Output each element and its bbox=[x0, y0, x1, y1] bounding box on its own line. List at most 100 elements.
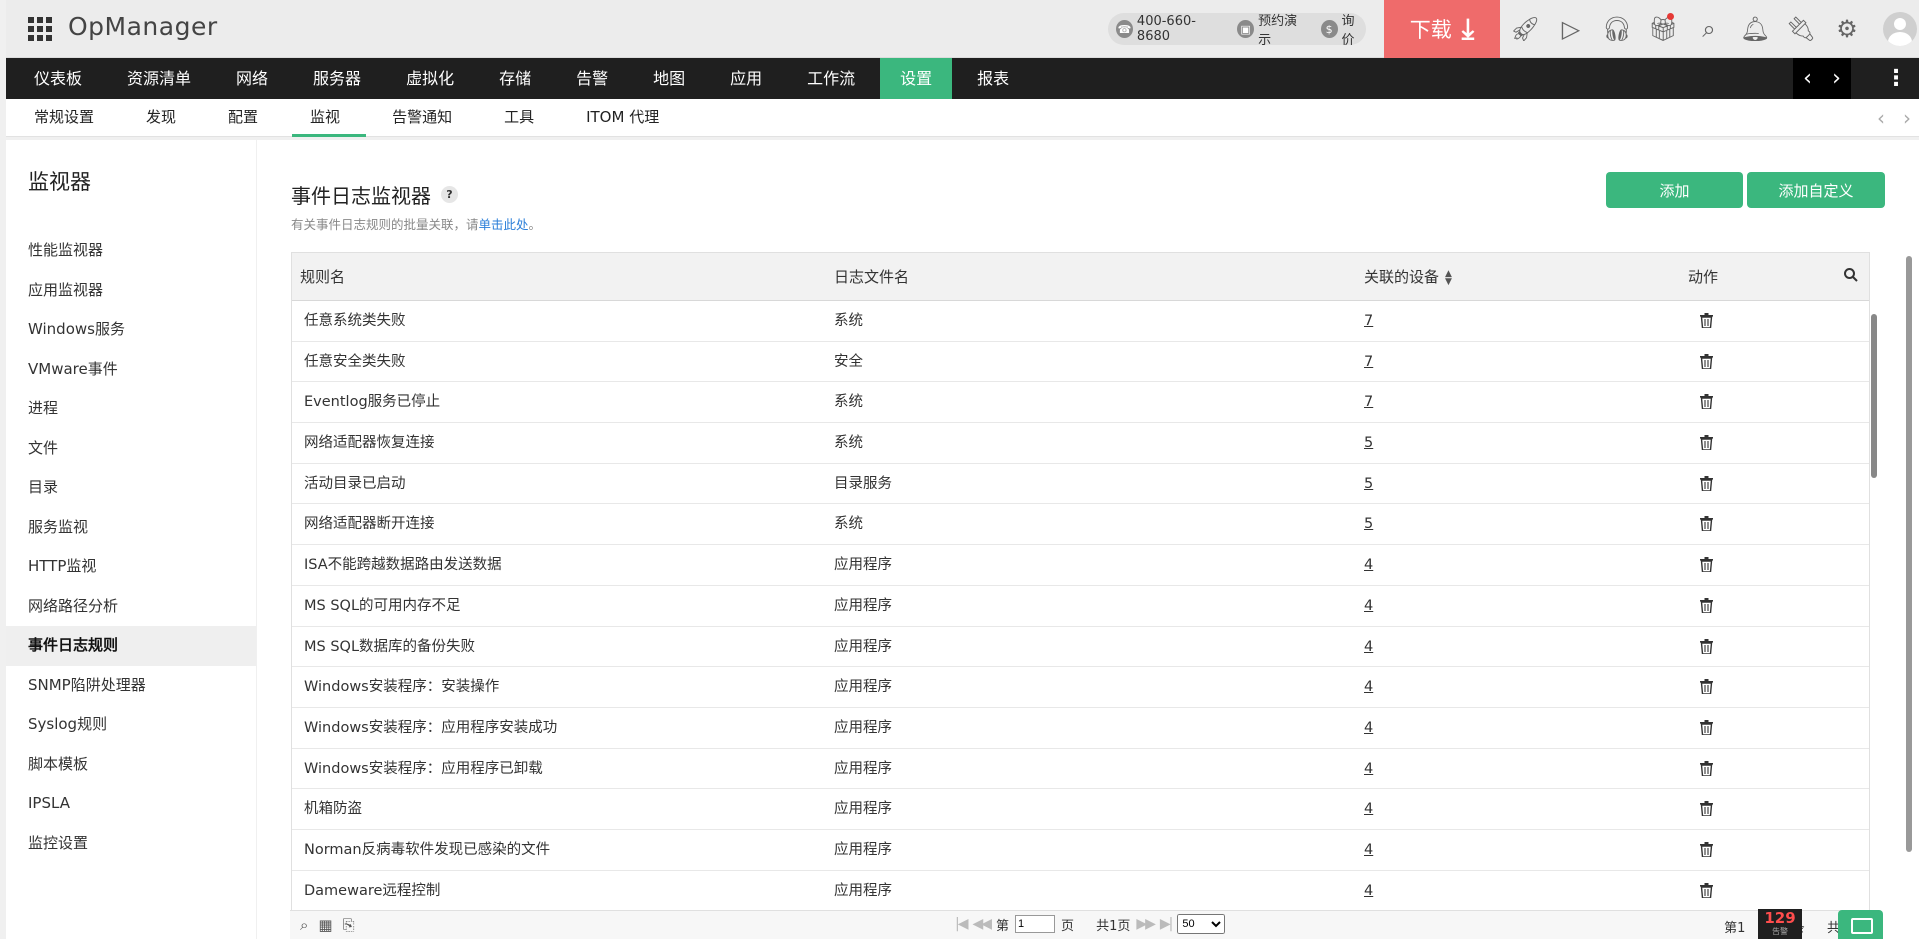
next-page-icon[interactable]: ▶▶ bbox=[1136, 916, 1155, 932]
avatar-icon[interactable] bbox=[1883, 12, 1917, 46]
quote-link[interactable]: 询价 bbox=[1342, 10, 1366, 48]
main-nav-item[interactable]: 应用 bbox=[710, 58, 782, 99]
device-count-link[interactable]: 4 bbox=[1364, 749, 1373, 789]
search-icon[interactable]: ⌕ bbox=[300, 916, 308, 934]
sub-nav-tab[interactable]: ITOM 代理 bbox=[568, 99, 685, 137]
table-row[interactable]: 网络适配器断开连接 系统 5 bbox=[292, 504, 1869, 546]
table-row[interactable]: ISA不能跨越数据路由发送数据 应用程序 4 bbox=[292, 545, 1869, 586]
prev-page-icon[interactable]: ◀◀ bbox=[972, 916, 991, 932]
search-icon[interactable]: ⌕ bbox=[1686, 15, 1732, 43]
device-count-link[interactable]: 5 bbox=[1364, 423, 1373, 463]
bulk-association-link[interactable]: 单击此处 bbox=[479, 217, 529, 232]
sidebar-item[interactable]: Syslog规则 bbox=[6, 705, 256, 745]
table-row[interactable]: 任意系统类失败 系统 7 bbox=[292, 301, 1869, 342]
sidebar-item[interactable]: 进程 bbox=[6, 389, 256, 429]
column-header-log-file[interactable]: 日志文件名 bbox=[834, 253, 909, 301]
chevron-right-icon[interactable]: › bbox=[1832, 66, 1841, 91]
table-row[interactable]: Windows安装程序：应用程序安装成功 应用程序 4 bbox=[292, 708, 1869, 749]
sub-nav-tab[interactable]: 告警通知 bbox=[374, 99, 478, 137]
main-nav-item[interactable]: 工作流 bbox=[787, 58, 875, 99]
sub-nav-tab[interactable]: 监视 bbox=[292, 99, 367, 137]
trash-icon[interactable] bbox=[1700, 841, 1713, 857]
sidebar-item[interactable]: 应用监视器 bbox=[6, 271, 256, 311]
main-nav-item[interactable]: 服务器 bbox=[293, 58, 381, 99]
app-grid-icon[interactable] bbox=[28, 17, 52, 41]
table-row[interactable]: Windows安装程序：应用程序已卸载 应用程序 4 bbox=[292, 749, 1869, 790]
sidebar-item[interactable]: SNMP陷阱处理器 bbox=[6, 666, 256, 706]
table-row[interactable]: Eventlog服务已停止 系统 7 bbox=[292, 382, 1869, 424]
presentation-icon[interactable]: ▷ bbox=[1548, 15, 1594, 43]
table-row[interactable]: 机箱防盗 应用程序 4 bbox=[292, 789, 1869, 830]
sub-nav-tab[interactable]: 配置 bbox=[210, 99, 284, 137]
export-icon[interactable]: ⎘ bbox=[343, 916, 355, 934]
column-header-rule-name[interactable]: 规则名 bbox=[300, 253, 345, 301]
main-nav-item[interactable]: 仪表板 bbox=[14, 58, 102, 99]
main-nav-item[interactable]: 存储 bbox=[479, 58, 551, 99]
sub-nav-tab[interactable]: 发现 bbox=[128, 99, 202, 137]
bell-icon[interactable]: 🔔︎ bbox=[1732, 15, 1778, 43]
main-nav-item[interactable]: 告警 bbox=[556, 58, 628, 99]
sidebar-item[interactable]: HTTP监视 bbox=[6, 547, 256, 587]
last-page-icon[interactable]: ▶| bbox=[1160, 916, 1174, 932]
gear-icon[interactable]: ⚙ bbox=[1824, 15, 1870, 43]
add-button[interactable]: 添加 bbox=[1606, 172, 1743, 208]
brand-logo[interactable]: OpManager bbox=[68, 12, 218, 41]
device-count-link[interactable]: 4 bbox=[1364, 871, 1373, 911]
add-custom-button[interactable]: 添加自定义 bbox=[1747, 172, 1885, 208]
trash-icon[interactable] bbox=[1700, 516, 1713, 532]
sidebar-item[interactable]: 目录 bbox=[6, 468, 256, 508]
device-count-link[interactable]: 4 bbox=[1364, 789, 1373, 829]
demo-link[interactable]: 预约演示 bbox=[1258, 10, 1307, 48]
device-count-link[interactable]: 5 bbox=[1364, 464, 1373, 504]
calculator-icon[interactable]: ▦ bbox=[318, 916, 332, 934]
table-row[interactable]: Norman反病毒软件发现已感染的文件 应用程序 4 bbox=[292, 830, 1869, 871]
sidebar-item[interactable]: Windows服务 bbox=[6, 310, 256, 350]
main-nav-item[interactable]: 地图 bbox=[633, 58, 705, 99]
main-nav-item[interactable]: 网络 bbox=[216, 58, 288, 99]
sidebar-item[interactable]: 文件 bbox=[6, 429, 256, 469]
trash-icon[interactable] bbox=[1700, 719, 1713, 735]
sub-nav-tab[interactable]: 工具 bbox=[486, 99, 560, 137]
trash-icon[interactable] bbox=[1700, 801, 1713, 817]
sort-icon[interactable]: ▲ ▼ bbox=[1445, 269, 1452, 286]
trash-icon[interactable] bbox=[1700, 435, 1713, 451]
plug-icon[interactable]: 🔌︎ bbox=[1778, 15, 1824, 43]
sidebar-item[interactable]: 性能监视器 bbox=[6, 231, 256, 271]
page-scrollbar[interactable] bbox=[1905, 250, 1913, 860]
device-count-link[interactable]: 4 bbox=[1364, 708, 1373, 748]
device-count-link[interactable]: 5 bbox=[1364, 504, 1373, 544]
main-nav-item[interactable]: 虚拟化 bbox=[386, 58, 474, 99]
main-nav-item[interactable]: 报表 bbox=[957, 58, 1029, 99]
main-nav-item[interactable]: 设置 bbox=[880, 58, 953, 99]
sidebar-item[interactable]: 监控设置 bbox=[6, 824, 256, 864]
table-row[interactable]: 网络适配器恢复连接 系统 5 bbox=[292, 423, 1869, 464]
sidebar-item[interactable]: 脚本模板 bbox=[6, 745, 256, 785]
table-row[interactable]: Dameware远程控制 应用程序 4 bbox=[292, 871, 1869, 912]
device-count-link[interactable]: 7 bbox=[1364, 342, 1373, 382]
device-count-link[interactable]: 7 bbox=[1364, 382, 1373, 422]
trash-icon[interactable] bbox=[1700, 313, 1713, 328]
sidebar-item[interactable]: VMware事件 bbox=[6, 350, 256, 390]
first-page-icon[interactable]: |◀ bbox=[955, 916, 969, 932]
chevron-left-icon[interactable]: ‹ bbox=[1877, 106, 1885, 130]
device-count-link[interactable]: 4 bbox=[1364, 545, 1373, 585]
table-scrollbar[interactable] bbox=[1870, 306, 1879, 939]
page-number-input[interactable] bbox=[1015, 915, 1056, 933]
device-count-link[interactable]: 4 bbox=[1364, 667, 1373, 707]
trash-icon[interactable] bbox=[1700, 760, 1713, 776]
trash-icon[interactable] bbox=[1700, 557, 1713, 573]
sidebar-item[interactable]: 服务监视 bbox=[6, 508, 256, 548]
device-count-link[interactable]: 4 bbox=[1364, 830, 1373, 870]
table-row[interactable]: 任意安全类失败 安全 7 bbox=[292, 342, 1869, 383]
sidebar-item[interactable]: 事件日志规则 bbox=[6, 626, 256, 666]
table-search-icon[interactable] bbox=[1843, 267, 1859, 283]
help-icon[interactable]: ? bbox=[441, 186, 458, 203]
device-count-link[interactable]: 4 bbox=[1364, 627, 1373, 667]
trash-icon[interactable] bbox=[1700, 394, 1713, 410]
table-row[interactable]: MS SQL的可用内存不足 应用程序 4 bbox=[292, 586, 1869, 627]
table-row[interactable]: 活动目录已启动 目录服务 5 bbox=[292, 464, 1869, 505]
alarm-badge[interactable]: 129 告警 bbox=[1758, 909, 1802, 939]
main-nav-item[interactable]: 资源清单 bbox=[107, 58, 211, 99]
trash-icon[interactable] bbox=[1700, 882, 1713, 898]
column-header-devices[interactable]: 关联的设备 ▲ ▼ bbox=[1364, 253, 1452, 301]
